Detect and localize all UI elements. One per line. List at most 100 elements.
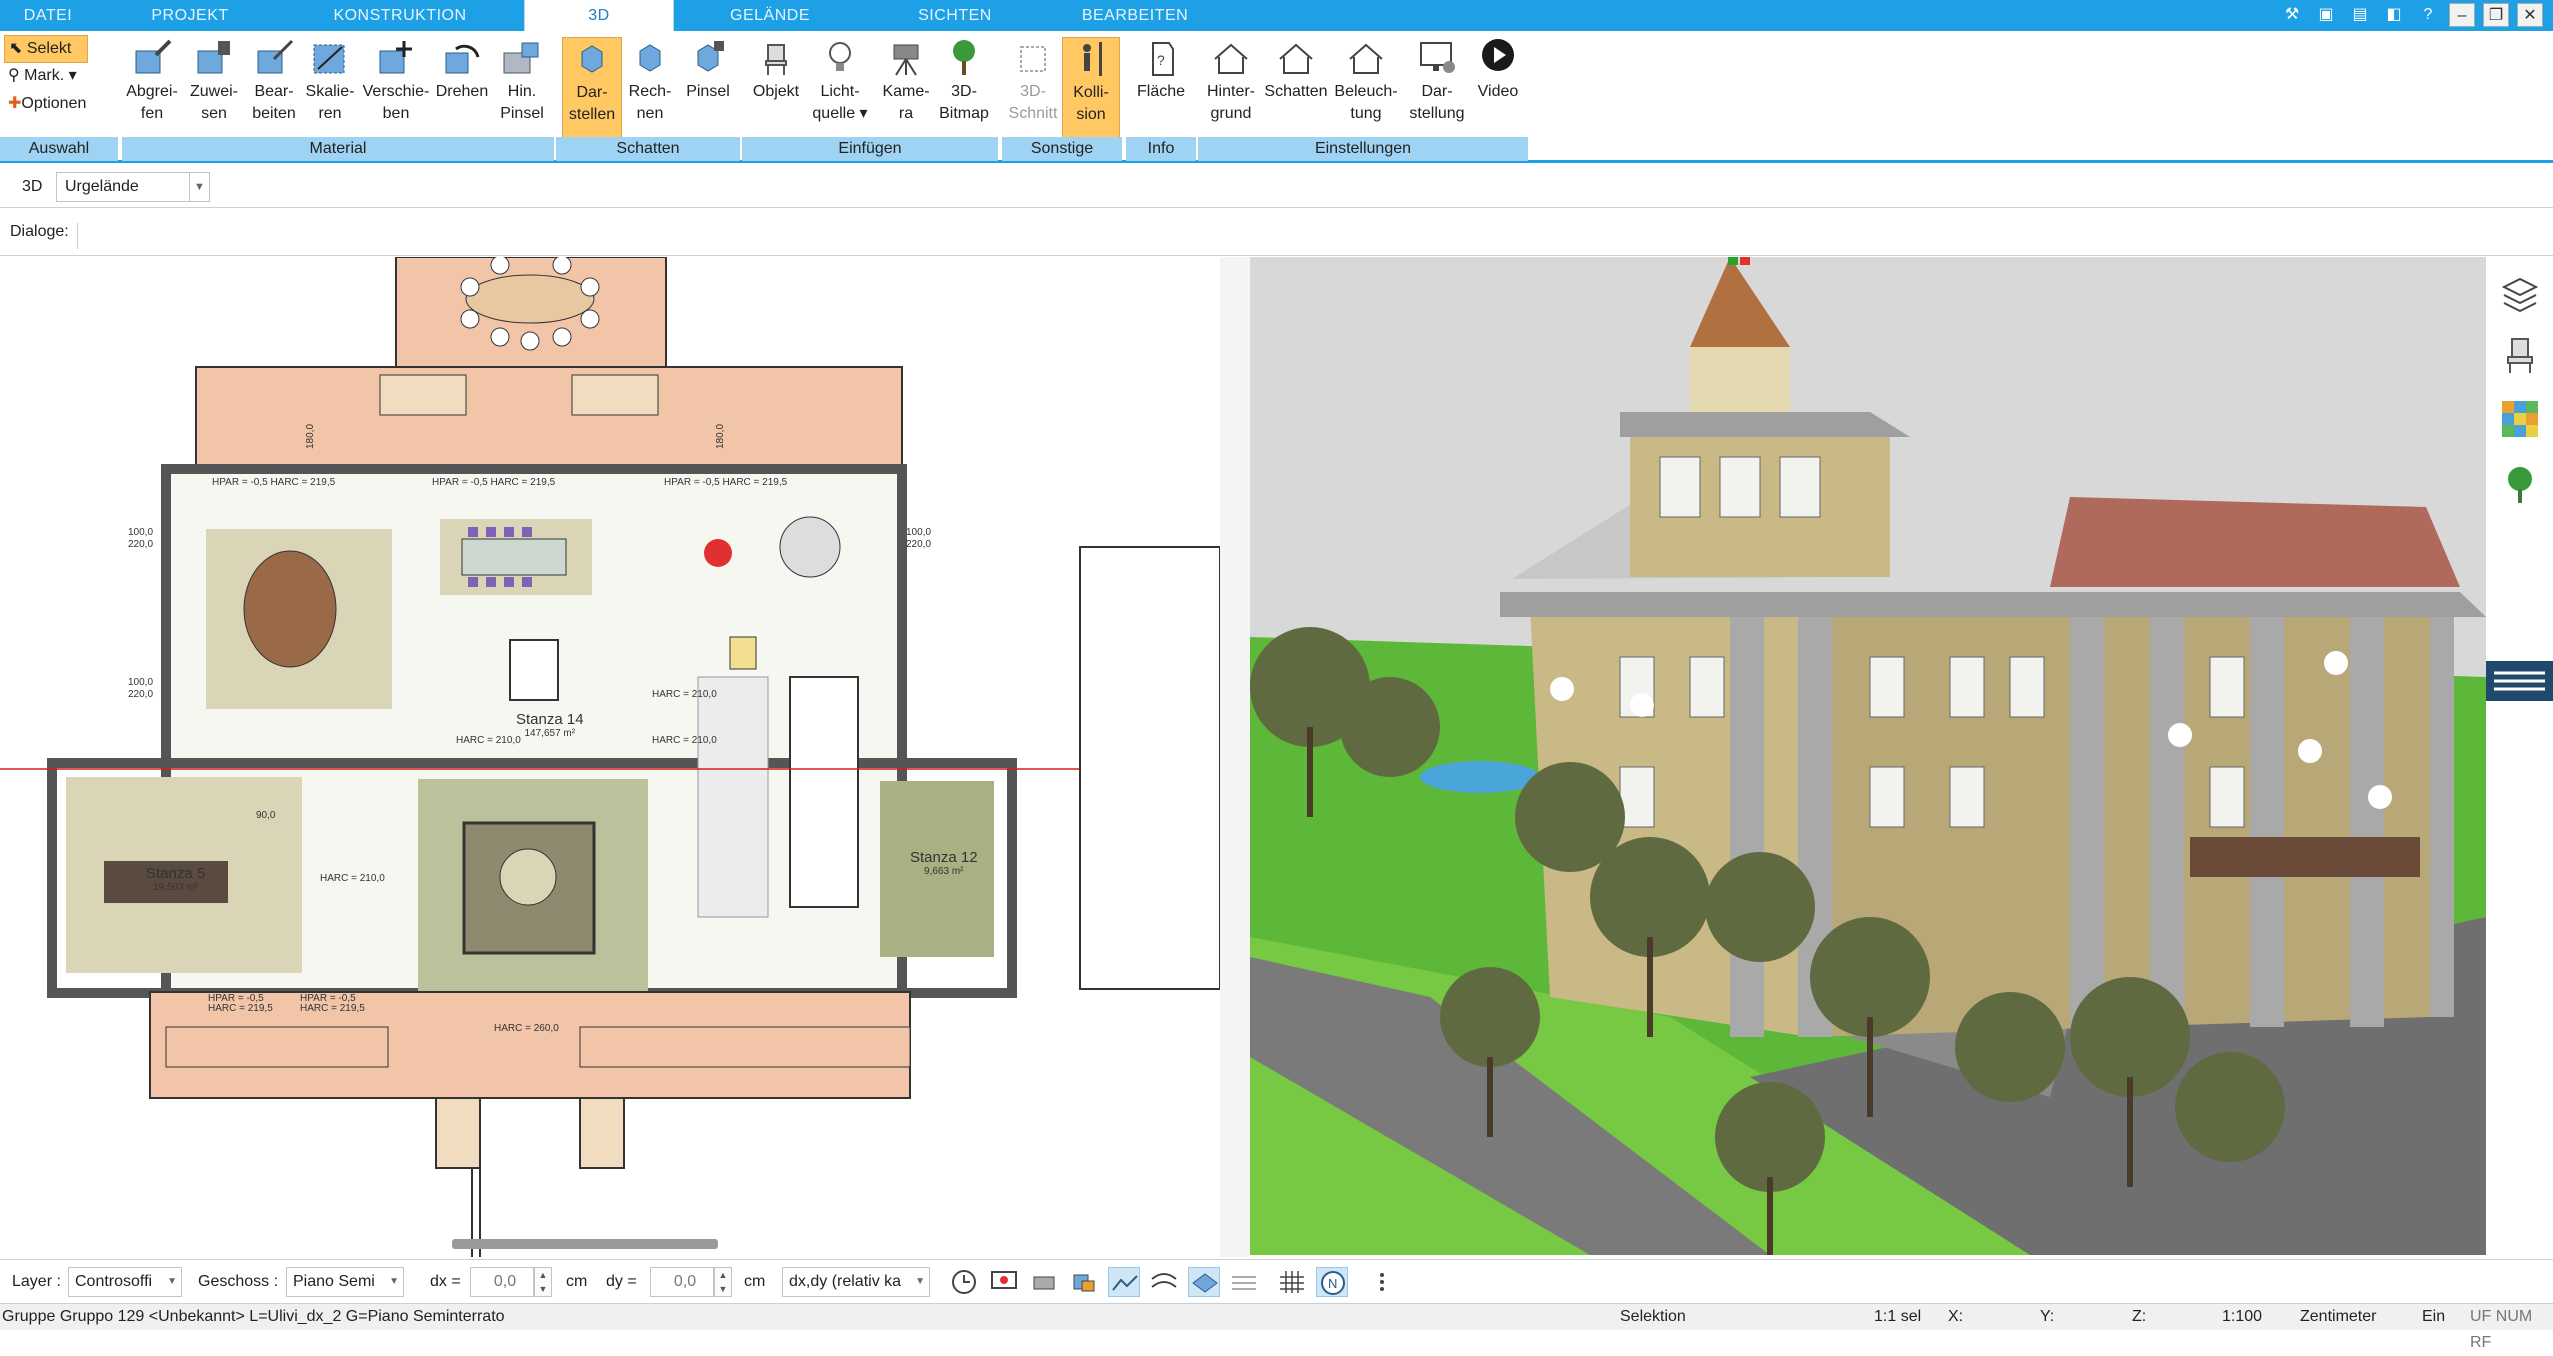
kollision-button[interactable]: Kolli-sion xyxy=(1062,37,1120,139)
room-stanza-12: Stanza 12 9,663 m² xyxy=(910,849,978,877)
paint-bucket-icon xyxy=(197,41,230,74)
minimize-icon[interactable]: – xyxy=(2449,3,2475,27)
geschoss-label: Geschoss : xyxy=(198,1273,279,1290)
objekt-button[interactable]: Objekt xyxy=(746,37,806,139)
tab-bearbeiten[interactable]: BEARBEITEN xyxy=(1050,0,1220,31)
view-toolbar: 3D Urgelände ▼ xyxy=(0,166,2553,208)
dy-input[interactable]: 0,0 xyxy=(650,1267,714,1297)
close-icon[interactable]: ✕ xyxy=(2517,3,2543,27)
chevron-down-icon[interactable]: ▼ xyxy=(189,173,209,201)
more-icon[interactable] xyxy=(1366,1267,1398,1297)
verschieben-button[interactable]: Verschie-ben xyxy=(356,37,436,139)
plane-icon[interactable] xyxy=(1188,1267,1220,1297)
tab-gelaende[interactable]: GELÄNDE xyxy=(700,0,840,31)
layout-icon[interactable]: ▤ xyxy=(2347,3,2373,27)
chevron-down-icon: ▼ xyxy=(167,1276,177,1287)
status-z: Z: xyxy=(2132,1308,2147,1325)
abgreifen-button[interactable]: Abgrei-fen xyxy=(122,37,182,139)
layers-icon[interactable] xyxy=(2500,273,2540,317)
ribbon: ⬉ Selekt ⚲ Mark. ▾ ✚Optionen Auswahl Abg… xyxy=(0,31,2553,163)
dy-label: dy = xyxy=(606,1273,637,1290)
material-palette-icon[interactable] xyxy=(2500,397,2540,441)
dim-label: HARC = 210,0 xyxy=(320,873,385,884)
schatten-settings-button[interactable]: Schatten xyxy=(1262,37,1330,139)
dim-label: HPAR = -0,5 HARC = 219,5 xyxy=(432,477,556,488)
panel-menu-button[interactable] xyxy=(2486,661,2553,701)
panel-icon[interactable]: ◧ xyxy=(2381,3,2407,27)
schatten-pinsel-button[interactable]: Pinsel xyxy=(680,37,736,139)
optionen-button[interactable]: ✚Optionen xyxy=(4,91,118,119)
layer-toolbar: Layer : Controsoffi ▼ Geschoss : Piano Se… xyxy=(0,1259,2553,1303)
terrain-edit-icon[interactable] xyxy=(1108,1267,1140,1297)
dy-unit: cm xyxy=(744,1273,766,1290)
darstellen-button[interactable]: Dar-stellen xyxy=(562,37,622,139)
dim-label: 220,0 xyxy=(128,689,154,700)
help-icon[interactable]: ? xyxy=(2415,3,2441,27)
flaeche-button[interactable]: ? Fläche xyxy=(1130,37,1192,139)
window-icon[interactable]: ▣ xyxy=(2313,3,2339,27)
grid-icon[interactable] xyxy=(1276,1267,1308,1297)
screen-icon[interactable] xyxy=(988,1267,1020,1297)
hin-pinsel-button[interactable]: Hin. Pinsel xyxy=(494,37,550,139)
hintergrund-button[interactable]: Hinter-grund xyxy=(1200,37,1262,139)
restore-icon[interactable]: ❐ xyxy=(2483,3,2509,27)
schnitt-3d-button[interactable]: 3D- Schnitt xyxy=(1004,37,1062,139)
dx-input[interactable]: 0,0 xyxy=(470,1267,534,1297)
sofa-icon[interactable] xyxy=(1028,1267,1060,1297)
dy-stepper[interactable]: ▲ ▼ xyxy=(714,1267,732,1297)
lines-icon[interactable] xyxy=(1148,1267,1180,1297)
darstellung-button[interactable]: Dar-stellung xyxy=(1402,37,1472,139)
room-stanza-5: Stanza 5 19,503 m² xyxy=(146,865,206,893)
lichtquelle-button[interactable]: Licht-quelle ▾ xyxy=(808,37,872,139)
area-icon: ? xyxy=(1152,42,1174,76)
wave-icon[interactable] xyxy=(1228,1267,1260,1297)
layer-select[interactable]: Controsoffi ▼ xyxy=(68,1267,182,1297)
clock-icon[interactable] xyxy=(948,1267,980,1297)
dialog-bar: Dialoge: xyxy=(0,210,2553,256)
tree-icon[interactable] xyxy=(2500,463,2540,507)
zuweisen-button[interactable]: Zuwei-sen xyxy=(184,37,244,139)
tab-3d[interactable]: 3D xyxy=(524,0,674,33)
dx-stepper[interactable]: ▲ ▼ xyxy=(534,1267,552,1297)
objects-icon[interactable] xyxy=(1068,1267,1100,1297)
tab-projekt[interactable]: PROJEKT xyxy=(120,0,260,31)
dim-label: 90,0 xyxy=(256,810,276,821)
skalieren-button[interactable]: Skalie-ren xyxy=(300,37,360,139)
video-button[interactable]: Video xyxy=(1472,37,1524,139)
floor-plan-drawing[interactable] xyxy=(0,255,1236,1257)
bearbeiten-button[interactable]: Bear-beiten xyxy=(244,37,304,139)
chair-icon xyxy=(765,44,787,75)
dim-label: HARC = 260,0 xyxy=(494,1023,559,1034)
status-ein: Ein xyxy=(2422,1308,2446,1325)
rechnen-button[interactable]: Rech-nen xyxy=(620,37,680,139)
floor-plan-view[interactable]: Stanza 14 147,657 m² Stanza 5 19,503 m² … xyxy=(0,255,1236,1257)
3d-view[interactable] xyxy=(1250,257,2486,1255)
dim-label: 220,0 xyxy=(906,539,932,550)
dim-label: HARC = 210,0 xyxy=(652,735,717,746)
tools-icon[interactable]: ⚒ xyxy=(2279,3,2305,27)
tab-konstruktion[interactable]: KONSTRUKTION xyxy=(300,0,500,31)
dim-label: 180,0 xyxy=(305,423,317,450)
terrain-select[interactable]: Urgelände ▼ xyxy=(56,172,210,202)
drehen-button[interactable]: Drehen xyxy=(432,37,492,139)
3d-render[interactable] xyxy=(1250,257,2486,1255)
splitter[interactable] xyxy=(1220,257,1250,1257)
chair-icon[interactable] xyxy=(2500,333,2540,377)
bitmap-3d-button[interactable]: 3D- Bitmap xyxy=(936,37,992,139)
beleuchtung-button[interactable]: Beleuch-tung xyxy=(1330,37,1402,139)
geschoss-select[interactable]: Piano Semi ▼ xyxy=(286,1267,404,1297)
selekt-button[interactable]: ⬉ Selekt xyxy=(4,35,88,63)
chevron-down-icon: ▼ xyxy=(915,1276,925,1287)
coord-mode-select[interactable]: dx,dy (relativ ka ▼ xyxy=(782,1267,930,1297)
dialoge-label: Dialoge: xyxy=(10,223,78,249)
shadow-brush-icon xyxy=(697,41,724,72)
kamera-button[interactable]: Kame-ra xyxy=(876,37,936,139)
group-einstellungen: Einstellungen xyxy=(1198,137,1528,161)
tab-datei[interactable]: DATEI xyxy=(0,0,96,31)
north-icon[interactable]: N xyxy=(1316,1267,1348,1297)
status-mode: Selektion xyxy=(1620,1308,1686,1325)
tab-sichten[interactable]: SICHTEN xyxy=(880,0,1030,31)
dx-unit: cm xyxy=(566,1273,588,1290)
mark-button[interactable]: ⚲ Mark. ▾ xyxy=(4,63,118,91)
view-mode-label: 3D xyxy=(22,178,43,195)
